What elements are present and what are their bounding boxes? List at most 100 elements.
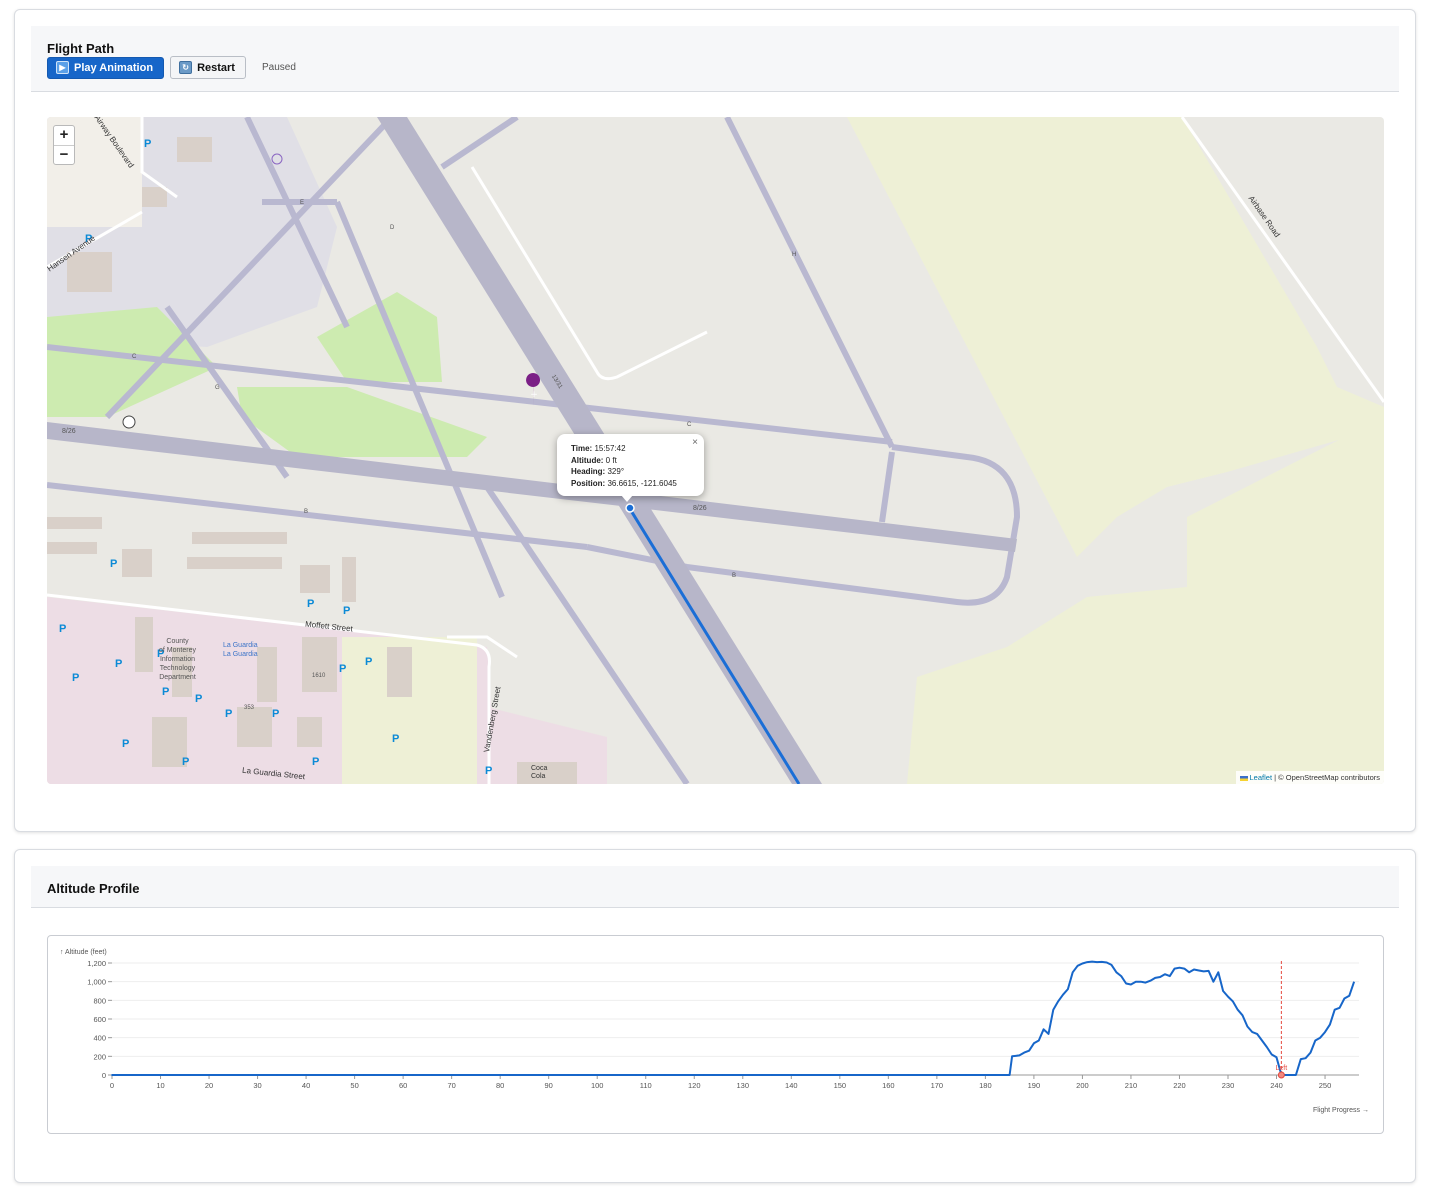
altitude-point (188, 1074, 191, 1076)
svg-text:P: P (72, 672, 79, 684)
altitude-point (314, 1074, 317, 1076)
play-animation-label: Play Animation (74, 61, 154, 74)
building (67, 252, 112, 292)
svg-text:P: P (339, 663, 346, 675)
altitude-point (790, 1074, 793, 1076)
x-tick-label: 40 (302, 1081, 310, 1090)
close-icon[interactable]: × (692, 437, 698, 449)
zoom-in-button[interactable]: + (54, 126, 74, 145)
restart-button[interactable]: ↻ Restart (170, 56, 246, 79)
altitude-point (285, 1074, 288, 1076)
altitude-point (780, 1074, 783, 1076)
altitude-point (829, 1074, 832, 1076)
altitude-point (693, 1074, 696, 1076)
altitude-point (499, 1074, 502, 1076)
county-line-4: Technology (159, 665, 196, 672)
altitude-point (208, 1074, 210, 1076)
y-tick-label: 1,000 (87, 978, 106, 987)
altitude-point (848, 1074, 851, 1076)
x-tick-label: 70 (447, 1081, 455, 1090)
laguardia-poi-line-1: La Guardia (223, 642, 258, 649)
building (122, 549, 152, 577)
x-tick-label: 190 (1028, 1081, 1041, 1090)
altitude-point (800, 1074, 802, 1076)
altitude-point (945, 1074, 948, 1076)
svg-text:+: + (530, 390, 538, 400)
x-tick-label: 250 (1319, 1081, 1332, 1090)
y-tick-label: 200 (93, 1052, 106, 1061)
building (47, 517, 102, 529)
altitude-point (615, 1074, 618, 1076)
altitude-point (246, 1074, 249, 1076)
x-tick-label: 170 (931, 1081, 944, 1090)
altitude-point (965, 1074, 967, 1076)
altitude-point (654, 1074, 657, 1076)
runway-label: 8/26 (62, 428, 76, 435)
zoom-out-button[interactable]: − (54, 145, 74, 164)
altitude-point (450, 1074, 453, 1076)
taxiway-b-label: B (304, 509, 309, 515)
svg-text:P: P (343, 605, 350, 617)
altitude-point (664, 1074, 667, 1076)
map-tiles: + PPP PPP PPP PP P PPP PP P PP (47, 117, 1384, 784)
aircraft-info-popup: × Time: 15:57:42 Altitude: 0 ft Heading:… (557, 434, 704, 496)
play-icon: ▶ (56, 61, 69, 74)
altitude-chart-svg: 0 200 400 600 800 1,000 1,200 0 10 20 30 40 50 60 70 80… (60, 949, 1369, 1114)
altitude-point (877, 1074, 880, 1076)
coca-line-2: Cola (531, 773, 546, 780)
y-tick-label: 0 (102, 1071, 106, 1080)
altitude-point (935, 1074, 938, 1076)
altitude-point (149, 1074, 152, 1076)
altitude-point (683, 1074, 686, 1076)
altitude-point (169, 1074, 172, 1076)
altitude-point (402, 1074, 405, 1076)
altitude-point (528, 1074, 531, 1076)
county-line-2: of Monterey (159, 647, 196, 654)
county-line-1: County (166, 638, 189, 645)
altitude-point (324, 1074, 327, 1076)
altitude-point (741, 1074, 744, 1076)
building (192, 532, 287, 544)
altitude-point (644, 1074, 647, 1076)
osm-attribution: | © OpenStreetMap contributors (1272, 773, 1380, 782)
x-tick-label: 80 (496, 1081, 504, 1090)
y-tick-label: 400 (93, 1034, 106, 1043)
altitude-point (441, 1074, 443, 1076)
altitude-point (460, 1074, 463, 1076)
altitude-point (906, 1074, 909, 1076)
taxiway-c-east-label: C (687, 422, 692, 428)
altitude-point (266, 1074, 269, 1076)
altitude-point (838, 1074, 841, 1076)
animation-toolbar: ▶ Play Animation ↻ Restart Paused (47, 56, 296, 79)
altitude-point (538, 1074, 540, 1076)
x-tick-label: 140 (785, 1081, 798, 1090)
building-1610-label: 1610 (312, 673, 326, 679)
restart-label: Restart (197, 61, 235, 74)
altitude-point (567, 1074, 570, 1076)
altitude-label: Altitude: (571, 455, 604, 465)
building (342, 557, 356, 602)
x-tick-label: 100 (591, 1081, 604, 1090)
altitude-point (382, 1074, 385, 1076)
building (135, 617, 153, 672)
svg-text:P: P (312, 756, 319, 768)
altitude-point (508, 1074, 511, 1076)
altitude-point (479, 1074, 482, 1076)
altitude-point (256, 1074, 259, 1076)
flight-map[interactable]: + PPP PPP PPP PPP PPP PPP PP Moffett Str… (47, 117, 1384, 784)
x-tick-label: 220 (1173, 1081, 1186, 1090)
altitude-point (111, 1074, 113, 1076)
heading-label: Heading: (571, 467, 606, 476)
leaflet-link[interactable]: Leaflet (1250, 773, 1273, 782)
ukraine-flag-icon (1239, 775, 1248, 781)
altitude-profile-header: Altitude Profile (31, 866, 1399, 908)
building (187, 557, 282, 569)
play-animation-button[interactable]: ▶ Play Animation (47, 56, 165, 79)
altitude-point (276, 1074, 278, 1076)
popup-tip (621, 495, 633, 502)
zoom-control: + − (53, 125, 75, 165)
x-tick-label: 240 (1270, 1081, 1283, 1090)
x-tick-label: 230 (1222, 1081, 1235, 1090)
heading-value: 329° (607, 467, 625, 476)
aircraft-marker[interactable] (625, 503, 635, 513)
